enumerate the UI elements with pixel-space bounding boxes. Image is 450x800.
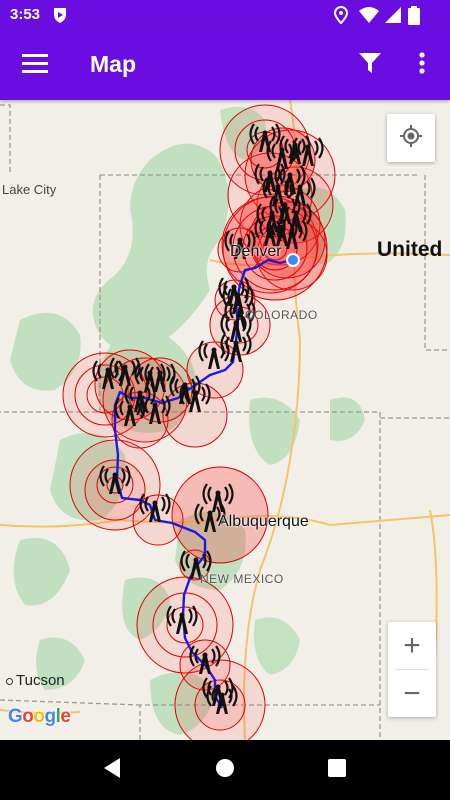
wifi-icon	[358, 6, 380, 28]
recents-icon	[327, 758, 347, 782]
signal-icon	[384, 6, 402, 28]
place-united: United	[377, 238, 443, 261]
navigation-bar	[0, 740, 450, 800]
zoom-controls: + −	[388, 622, 436, 717]
city-dot-icon	[6, 677, 13, 685]
cell-tower-icon	[139, 493, 171, 522]
place-albuquerque: Albuquerque	[218, 513, 309, 530]
zoom-in-button[interactable]: +	[388, 622, 436, 669]
home-button[interactable]	[210, 755, 240, 785]
google-logo: Google	[8, 706, 71, 727]
shield-app-icon	[52, 6, 68, 28]
cell-tower-icon	[189, 645, 221, 674]
place-lake-city: Lake City	[2, 182, 57, 197]
menu-icon	[22, 53, 48, 77]
recents-button[interactable]	[322, 755, 352, 785]
zoom-out-button[interactable]: −	[388, 670, 436, 717]
tower-markers	[92, 123, 324, 714]
filter-button[interactable]	[351, 46, 389, 84]
more-vert-icon	[419, 52, 425, 78]
place-tucson-label: Tucson	[16, 672, 65, 689]
app-bar: Map	[0, 30, 450, 100]
home-icon	[215, 758, 235, 782]
cell-tower-icon	[198, 340, 230, 369]
page-title: Map	[90, 51, 136, 77]
my-location-icon	[399, 124, 423, 152]
cell-tower-icon	[249, 123, 281, 152]
cell-tower-icon	[166, 605, 198, 634]
map-view[interactable]: Lake City Denver COLORADO United Albuque…	[0, 100, 450, 740]
status-bar: 3:53	[0, 0, 450, 30]
my-location-button[interactable]	[387, 114, 435, 162]
place-denver: Denver	[230, 243, 282, 260]
current-location-marker	[286, 253, 300, 267]
status-time: 3:53	[10, 6, 41, 23]
menu-button[interactable]	[16, 46, 54, 84]
place-new-mexico: NEW MEXICO	[200, 572, 284, 586]
back-icon	[102, 757, 122, 783]
cell-tower-icon	[99, 465, 131, 494]
filter-icon	[359, 53, 381, 77]
battery-icon	[408, 6, 420, 29]
back-button[interactable]	[97, 755, 127, 785]
place-colorado: COLORADO	[245, 308, 318, 322]
location-icon	[333, 5, 349, 28]
cell-tower-icon	[92, 360, 124, 389]
place-tucson: Tucson	[6, 672, 65, 689]
more-options-button[interactable]	[403, 46, 441, 84]
